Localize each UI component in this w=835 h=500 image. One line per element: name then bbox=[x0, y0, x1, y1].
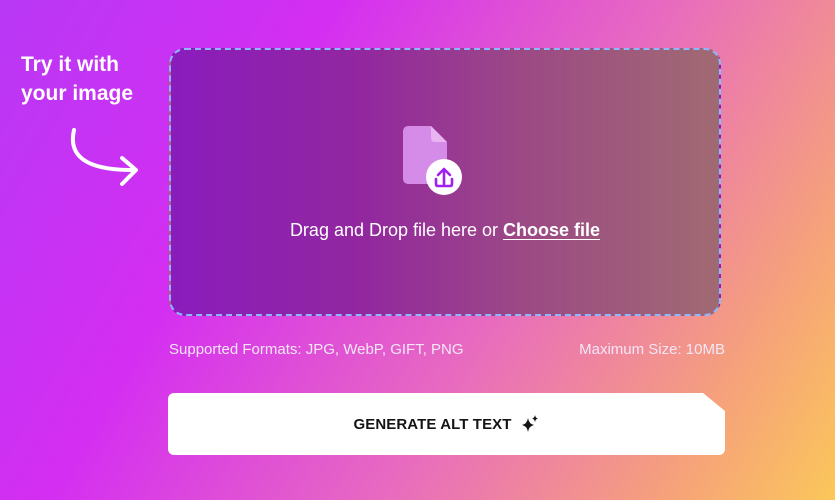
file-upload-icon bbox=[403, 126, 462, 195]
hint-line-1: Try it with bbox=[21, 53, 120, 76]
supported-formats-text: Supported Formats: JPG, WebP, GIFT, PNG bbox=[169, 341, 464, 358]
generate-alt-text-button[interactable]: GENERATE ALT TEXT bbox=[168, 393, 725, 455]
curved-arrow-icon bbox=[70, 128, 138, 186]
max-size-text: Maximum Size: 10MB bbox=[579, 341, 725, 358]
generate-button-label: GENERATE ALT TEXT bbox=[353, 415, 512, 433]
dropzone-prompt-text: Drag and Drop file here or bbox=[289, 220, 504, 240]
dropzone-prompt: Drag and Drop file here or Choose file bbox=[171, 220, 719, 241]
sparkle-icon bbox=[521, 415, 538, 432]
file-dropzone[interactable]: Drag and Drop file here or Choose file bbox=[169, 48, 721, 316]
hint-line-2: your image bbox=[21, 82, 134, 105]
try-it-hint: Try it with your image bbox=[21, 50, 161, 108]
choose-file-link[interactable]: Choose file bbox=[503, 220, 600, 240]
